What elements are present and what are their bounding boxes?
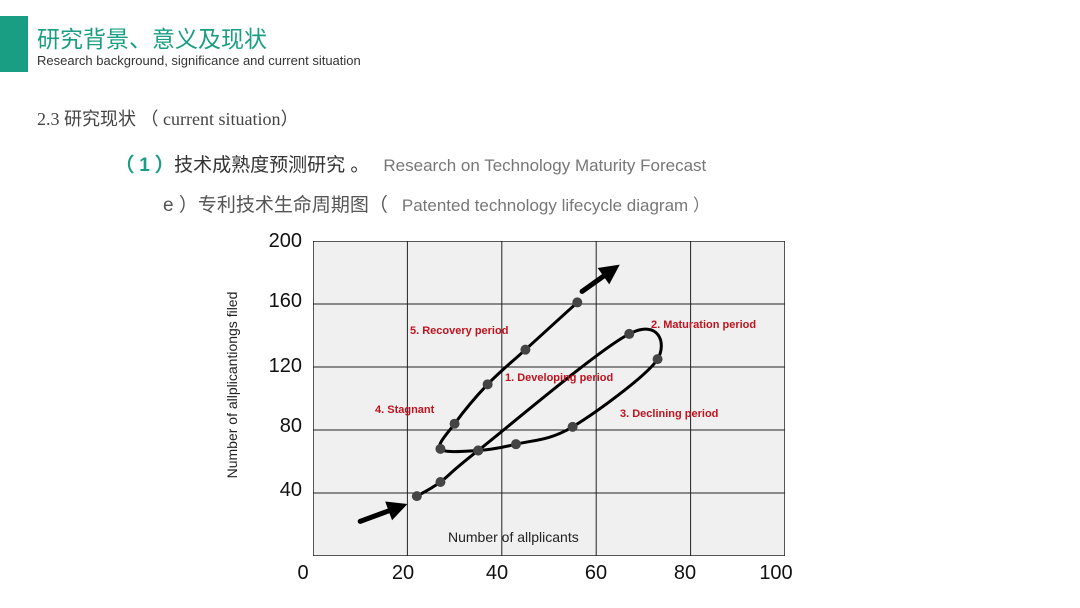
- item-2-cn: e ）专利技术生命周期图（: [163, 195, 388, 216]
- data-point: [435, 476, 446, 487]
- item-1: （ 1 ）技术成熟度预测研究 。 Research on Technology M…: [115, 150, 706, 177]
- y-tick-label: 120: [268, 355, 302, 377]
- annotation-recovery: 5. Recovery period: [410, 325, 509, 337]
- item-2-en: Patented technology lifecycle diagram ）: [401, 196, 710, 215]
- y-tick-label: 200: [268, 230, 302, 252]
- data-point: [510, 439, 521, 450]
- x-axis-label: Number of allplicants: [448, 529, 579, 545]
- x-tick-label: 0: [297, 562, 309, 584]
- x-tick-label: 100: [759, 562, 793, 584]
- x-tick-label: 20: [391, 562, 415, 584]
- y-tick-label: 80: [279, 415, 302, 437]
- annotation-maturation: 2. Maturation period: [651, 319, 757, 331]
- item-1-en: Research on Technology Maturity Forecast: [383, 156, 707, 175]
- data-point: [572, 297, 583, 308]
- x-tick-label: 40: [485, 562, 509, 584]
- y-axis-label: Number of allplicantiongs filed: [224, 291, 240, 479]
- data-point: [449, 418, 460, 429]
- page-title: 研究背景、意义及现状: [37, 26, 267, 52]
- x-tick-label: 60: [584, 562, 608, 584]
- annotation-stagnant: 4. Stagnant: [375, 404, 435, 416]
- y-tick-label: 160: [268, 290, 302, 312]
- y-tick-label: 40: [279, 479, 302, 501]
- section-heading: 2.3 研究现状 （ current situation）: [37, 109, 299, 129]
- data-point: [482, 379, 493, 390]
- x-tick-label: 80: [673, 562, 697, 584]
- lifecycle-chart: [313, 241, 785, 556]
- item-1-number: （ 1 ）: [115, 155, 175, 176]
- data-point: [624, 328, 635, 339]
- data-point: [435, 443, 446, 454]
- data-point: [411, 491, 422, 502]
- item-1-cn: 技术成熟度预测研究 。: [174, 155, 370, 176]
- header-accent-bar: [0, 16, 28, 72]
- annotation-declining: 3. Declining period: [620, 408, 719, 420]
- plot-background: [313, 241, 785, 556]
- data-point: [520, 344, 531, 355]
- data-point: [652, 354, 663, 365]
- item-2: e ）专利技术生命周期图（ Patented technology lifecyc…: [163, 190, 710, 217]
- page-subtitle: Research background, significance and cu…: [37, 53, 361, 68]
- data-point: [473, 445, 484, 456]
- annotation-developing: 1. Developing period: [505, 372, 614, 384]
- data-point: [567, 421, 578, 432]
